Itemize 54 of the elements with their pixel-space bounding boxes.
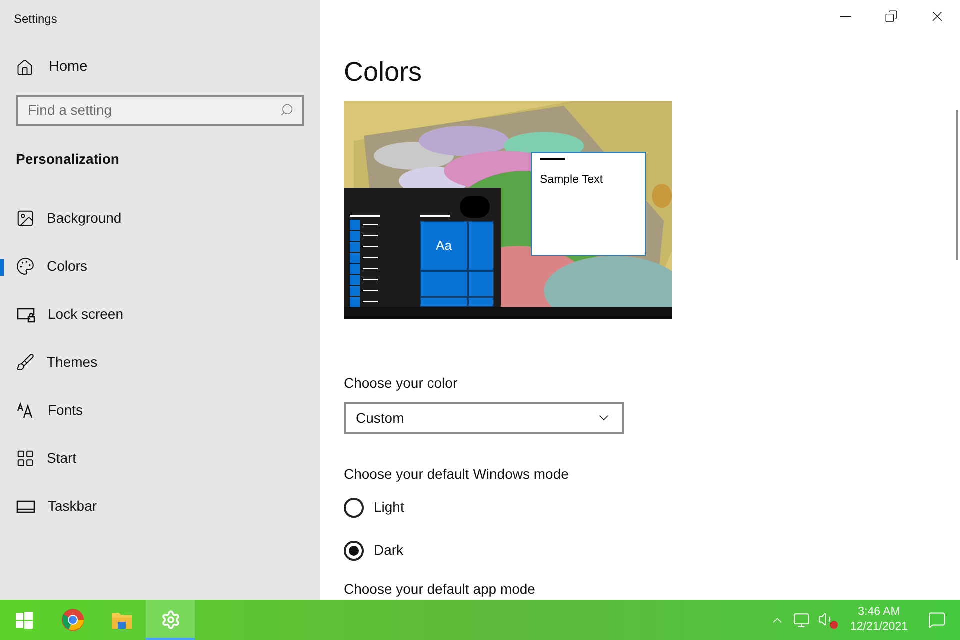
taskbar-app[interactable] bbox=[146, 600, 195, 640]
app-list-entry bbox=[350, 220, 378, 230]
tile-text: Aa bbox=[436, 237, 452, 256]
app-list-entry bbox=[350, 297, 378, 307]
tile bbox=[420, 297, 468, 307]
home-link[interactable]: Home bbox=[16, 57, 88, 79]
nav-item[interactable]: Themes bbox=[0, 338, 320, 387]
app-list-entry bbox=[350, 264, 378, 274]
heading-line bbox=[350, 215, 380, 216]
field-label: Choose your color bbox=[344, 374, 458, 393]
nav-item[interactable]: Start bbox=[0, 434, 320, 483]
nav-item[interactable]: Taskbar bbox=[0, 482, 320, 531]
notifications-icon[interactable] bbox=[928, 611, 946, 629]
radio-label: Light bbox=[374, 498, 404, 517]
color-dropdown[interactable]: Custom bbox=[344, 402, 624, 434]
app-list-entry bbox=[350, 275, 378, 285]
page-title: Colors bbox=[344, 56, 422, 89]
section-label: Choose your default Windows mode bbox=[344, 465, 569, 484]
home-icon bbox=[16, 58, 34, 77]
sample-text: Sample Text bbox=[540, 173, 604, 188]
palette-icon bbox=[16, 257, 35, 276]
scrollbar[interactable] bbox=[956, 110, 958, 260]
app-list-entry bbox=[350, 286, 378, 296]
folder-icon bbox=[110, 610, 132, 630]
windows-logo-icon bbox=[16, 612, 32, 628]
tile bbox=[468, 297, 494, 307]
section-label: Choose your default app mode bbox=[344, 580, 536, 599]
brush-icon bbox=[16, 353, 35, 372]
radio-button[interactable] bbox=[344, 498, 364, 518]
section-heading: Personalization bbox=[16, 150, 120, 169]
settings-icon bbox=[160, 610, 180, 630]
nav-item[interactable]: Lock screen bbox=[0, 290, 320, 339]
search-field[interactable]: Find a setting bbox=[16, 94, 304, 126]
browser-icon bbox=[62, 609, 84, 631]
app-list-entry bbox=[350, 231, 378, 241]
picture-frame-icon bbox=[16, 209, 35, 228]
date-text: 12/21/2021 bbox=[850, 620, 908, 635]
app-list-entry bbox=[350, 242, 378, 252]
time-text: 3:46 AM bbox=[858, 605, 900, 620]
radio-label: Dark bbox=[374, 541, 404, 560]
restore-icon bbox=[884, 10, 898, 22]
dark-spot bbox=[460, 196, 490, 218]
nav-item[interactable]: Fonts bbox=[0, 386, 320, 435]
nav-item[interactable]: Background bbox=[0, 194, 320, 243]
muted-speaker-icon[interactable] bbox=[818, 611, 838, 629]
network-icon[interactable] bbox=[793, 612, 810, 628]
app-list-entry bbox=[350, 253, 378, 263]
search-icon bbox=[280, 102, 294, 117]
lock-screen-icon bbox=[16, 306, 36, 324]
heading-line bbox=[420, 215, 450, 216]
tiles-icon bbox=[16, 449, 35, 468]
window-title: Settings bbox=[14, 11, 58, 28]
radio-button[interactable] bbox=[344, 540, 364, 560]
tile bbox=[468, 271, 494, 297]
